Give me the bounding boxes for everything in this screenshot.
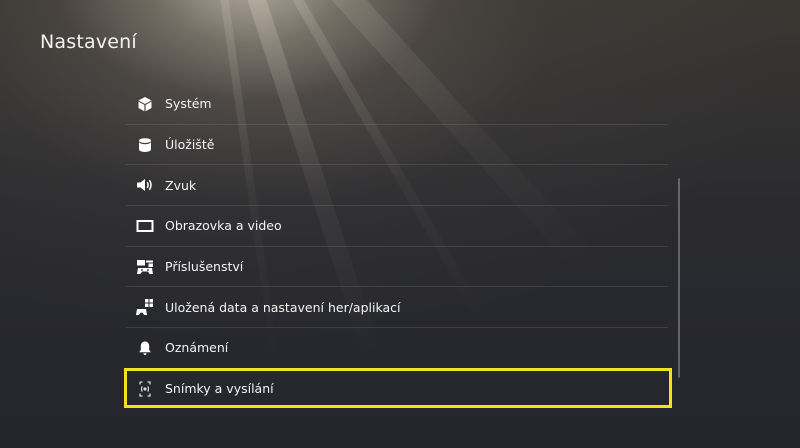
- menu-item-saved-data[interactable]: Uložená data a nastavení her/aplikací: [126, 287, 668, 329]
- menu-item-label: Úložiště: [165, 137, 215, 153]
- menu-item-label: Oznámení: [165, 340, 229, 356]
- menu-item-accessories[interactable]: Příslušenství: [126, 247, 668, 288]
- page-title: Nastavení: [40, 31, 137, 53]
- menu-item-label: Snímky a vysílání: [165, 381, 274, 397]
- menu-item-storage[interactable]: Úložiště: [126, 125, 668, 166]
- settings-menu: Systém Úložiště Zvuk Obrazovka a video P…: [126, 84, 668, 410]
- system-cube-icon: [136, 95, 154, 113]
- accessories-icon: [136, 258, 154, 276]
- menu-item-sound[interactable]: Zvuk: [126, 165, 668, 207]
- menu-item-system[interactable]: Systém: [126, 84, 668, 125]
- menu-item-label: Systém: [165, 96, 212, 112]
- menu-item-label: Obrazovka a video: [165, 218, 282, 234]
- saved-data-icon: [136, 298, 154, 316]
- menu-item-notifications[interactable]: Oznámení: [126, 328, 668, 369]
- bell-icon: [136, 339, 154, 357]
- storage-icon: [136, 136, 154, 154]
- menu-item-label: Příslušenství: [165, 259, 244, 275]
- speaker-icon: [136, 176, 154, 194]
- menu-item-captures-broadcasts[interactable]: Snímky a vysílání: [126, 369, 668, 410]
- scrollbar[interactable]: [678, 178, 680, 378]
- menu-item-label: Uložená data a nastavení her/aplikací: [165, 299, 401, 315]
- capture-broadcast-icon: [136, 380, 154, 398]
- menu-item-label: Zvuk: [165, 177, 197, 193]
- menu-item-screen-video[interactable]: Obrazovka a video: [126, 206, 668, 247]
- screen-icon: [136, 217, 154, 235]
